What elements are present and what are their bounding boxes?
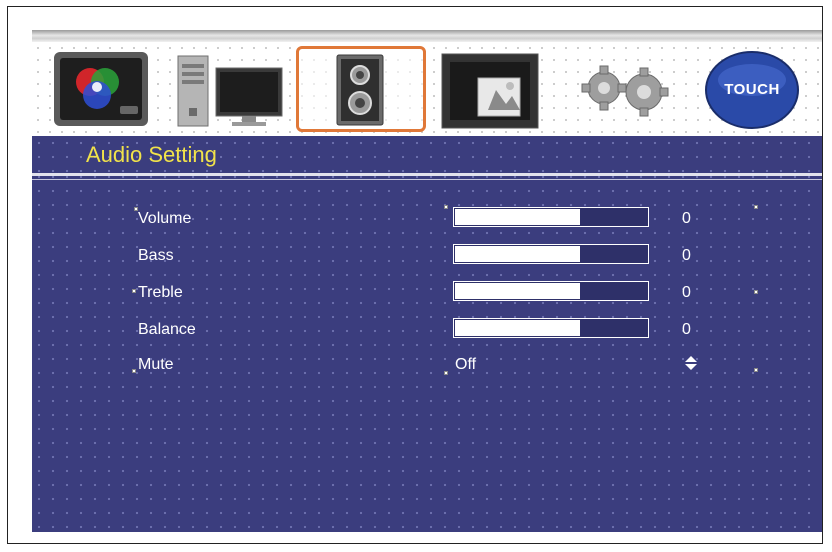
volume-label: Volume: [138, 210, 192, 227]
title-divider: [32, 173, 822, 176]
balance-value: 0: [682, 321, 691, 338]
picture-frame-icon: [441, 53, 539, 129]
tab-picture[interactable]: [436, 46, 544, 132]
row-marker: [132, 369, 136, 373]
volume-value: 0: [682, 210, 691, 227]
tab-color[interactable]: [50, 46, 154, 132]
gears-icon: [581, 65, 669, 117]
menu-title-band: Audio Setting: [32, 136, 822, 172]
treble-value: 0: [682, 284, 691, 301]
mute-row[interactable]: Mute Off: [32, 352, 822, 382]
treble-row[interactable]: Treble 0: [32, 280, 822, 310]
mute-label: Mute: [138, 356, 174, 373]
balance-slider-fill: [455, 320, 580, 336]
tab-audio[interactable]: [296, 46, 426, 132]
osd-menu: TOUCH Audio Setting Volume 0 Bass 0 Treb…: [32, 30, 822, 532]
up-down-arrow-icon[interactable]: [684, 355, 698, 371]
tab-touch[interactable]: TOUCH: [700, 46, 804, 132]
mute-value[interactable]: Off: [455, 356, 476, 374]
treble-slider[interactable]: [453, 281, 649, 301]
desktop-computer-icon: [177, 55, 283, 127]
touch-label: TOUCH: [724, 80, 780, 98]
menu-tab-bar: TOUCH: [32, 42, 822, 136]
tv-color-wheel-icon: [54, 52, 148, 126]
row-marker: [444, 205, 448, 209]
row-marker: [444, 371, 448, 375]
volume-slider[interactable]: [453, 207, 649, 227]
bass-row[interactable]: Bass 0: [32, 243, 822, 273]
page-title: Audio Setting: [86, 142, 217, 167]
row-marker: [754, 205, 758, 209]
tab-setup[interactable]: [564, 46, 680, 132]
top-chrome-rule: [32, 30, 822, 42]
row-marker: [754, 290, 758, 294]
row-marker: [754, 368, 758, 372]
tab-pc[interactable]: [170, 46, 290, 132]
balance-row[interactable]: Balance 0: [32, 317, 822, 347]
volume-slider-fill: [455, 209, 580, 225]
volume-row[interactable]: Volume 0: [32, 205, 822, 236]
speaker-icon: [336, 54, 384, 126]
row-marker: [132, 289, 136, 293]
balance-slider[interactable]: [453, 318, 649, 338]
bass-slider-fill: [455, 246, 580, 262]
bass-label: Bass: [138, 247, 174, 264]
balance-label: Balance: [138, 321, 196, 338]
treble-label: Treble: [138, 284, 183, 301]
title-divider-thin: [32, 179, 822, 180]
treble-slider-fill: [455, 283, 580, 299]
bass-slider[interactable]: [453, 244, 649, 264]
bass-value: 0: [682, 247, 691, 264]
